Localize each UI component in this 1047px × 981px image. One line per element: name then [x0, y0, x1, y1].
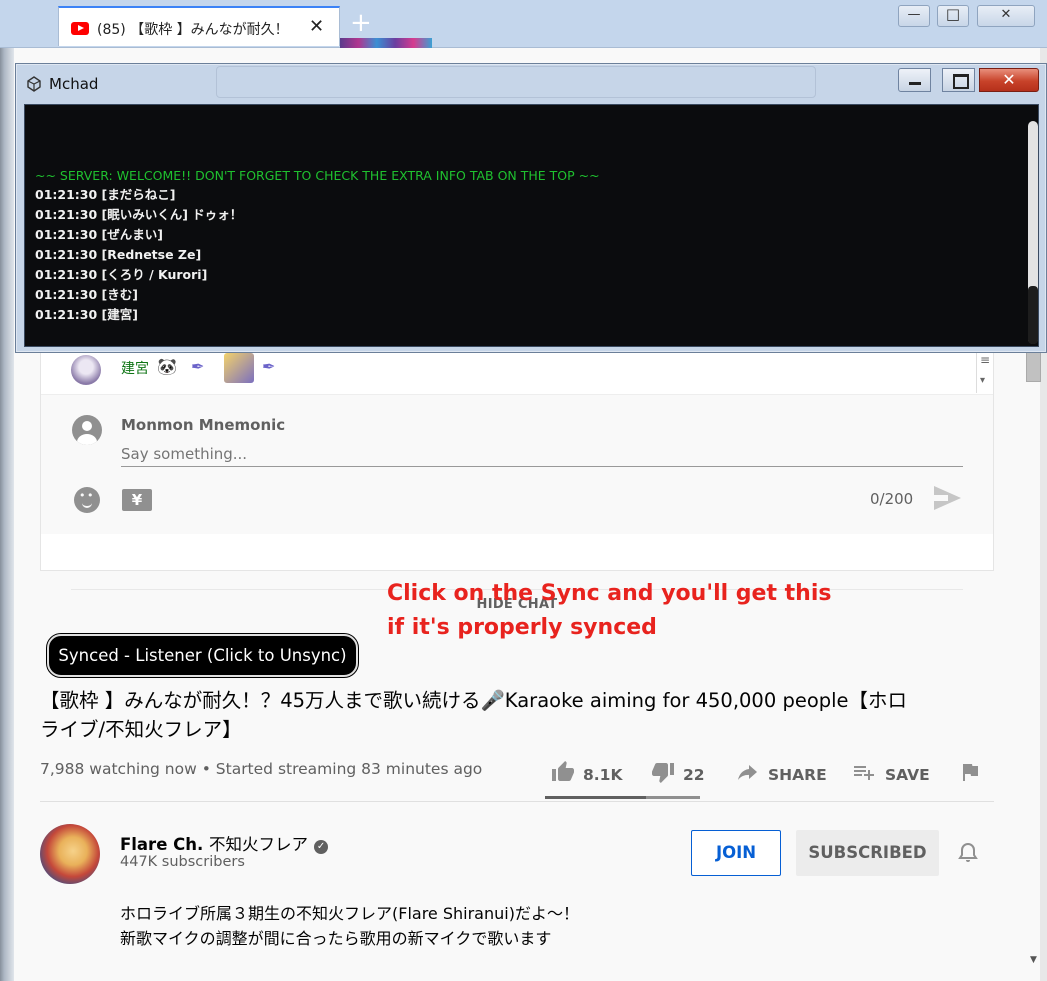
mchad-titlebar[interactable]: Mchad ✕ [16, 64, 1046, 104]
user-name: Monmon Mnemonic [121, 416, 286, 434]
video-meta: 7,988 watching now • Started streaming 8… [40, 760, 483, 778]
mchad-log: ~~ SERVER: WELCOME!! DON'T FORGET TO CHE… [35, 166, 600, 325]
chat-input[interactable] [121, 441, 963, 467]
close-icon[interactable]: ✕ [309, 16, 324, 37]
share-button[interactable]: SHARE [734, 760, 827, 788]
browser-tab[interactable]: (85) 【歌枠 】みんなが耐久！ ✕ [58, 6, 340, 46]
mchad-title: Mchad [49, 75, 99, 93]
browser-maximize-button[interactable] [937, 5, 969, 27]
emote-icon [224, 353, 254, 383]
mchad-window: Mchad ✕ ~~ SERVER: WELCOME!! DON'T FORGE… [15, 63, 1047, 353]
browser-tabstrip: (85) 【歌枠 】みんなが耐久！ ✕ + [0, 0, 1047, 48]
log-line: 01:21:30 [眠いみいくん] ドゥォ！ [35, 207, 243, 222]
emote-icon: ✒ [262, 357, 276, 376]
background-window-edge [0, 48, 14, 981]
log-line: 01:21:30 [ぜんまい] [35, 227, 163, 242]
log-line: 01:21:30 [Rednetse Ze] [35, 247, 202, 262]
scroll-down-icon[interactable]: ▼ [1030, 955, 1037, 965]
share-label: SHARE [768, 766, 827, 784]
video-description: ホロライブ所属３期生の不知火フレア(Flare Shiranui)だよ～！ 新歌… [120, 901, 579, 951]
channel-name-text: Flare Ch. [120, 835, 204, 854]
browser-minimize-button[interactable] [898, 5, 930, 27]
subscribed-button[interactable]: SUBSCRIBED [796, 830, 939, 876]
video-title: 【歌枠 】みんなが耐久！？45万人まで歌い続ける🎤Karaoke aiming … [40, 686, 1000, 744]
log-line: 01:21:30 [まだらねこ] [35, 187, 176, 202]
channel-name-jp: 不知火フレア [209, 835, 309, 854]
tab-title: (85) 【歌枠 】みんなが耐久！ [97, 22, 289, 38]
annotation-text: Click on the Sync and you'll get this if… [387, 577, 831, 645]
verified-icon: ✓ [314, 840, 329, 854]
mchad-scrollbar[interactable] [1028, 121, 1038, 344]
like-ratio-fill [545, 796, 646, 799]
annotation-line: if it's properly synced [387, 615, 657, 640]
plus-icon[interactable]: + [350, 10, 372, 36]
like-ratio-bar [545, 796, 700, 799]
video-title-line: ライブ/不知火フレア】 [40, 718, 242, 741]
mchad-scrollbar-thumb[interactable] [1028, 286, 1038, 344]
chat-scrollbar[interactable] [976, 353, 992, 393]
chat-author-name[interactable]: 建宮 [121, 358, 149, 378]
server-message: ~~ SERVER: WELCOME!! DON'T FORGET TO CHE… [35, 168, 600, 183]
mchad-minimize-button[interactable] [898, 68, 931, 92]
thumbs-up-icon [551, 760, 575, 790]
ghost-address-bar [216, 66, 816, 98]
thumbs-down-icon [651, 760, 675, 790]
log-line: 01:21:30 [建宮] [35, 307, 138, 322]
flag-icon [958, 760, 982, 790]
playlist-add-icon [851, 760, 877, 790]
annotation-line: Click on the Sync and you'll get this [387, 581, 832, 606]
description-line: 新歌マイクの調整が間に合ったら歌用の新マイクで歌います [120, 929, 552, 948]
money-icon[interactable]: ¥ [122, 489, 152, 511]
live-chat-panel: 建宮 🐼 ✒ ✒ Monmon Mnemonic ¥ 0/200 HIDE CH… [40, 340, 994, 612]
tab-color-strip [340, 38, 432, 48]
divider [40, 801, 994, 802]
mchad-maximize-button[interactable] [942, 68, 975, 92]
ghost-browser-toolbar [101, 64, 901, 104]
report-button[interactable] [958, 760, 990, 788]
mchad-close-button[interactable]: ✕ [979, 68, 1039, 92]
dislike-button[interactable]: 22 [651, 760, 705, 788]
subscriber-count: 447K subscribers [120, 854, 245, 870]
mchad-subtitle-area: ~~ SERVER: WELCOME!! DON'T FORGET TO CHE… [24, 104, 1039, 347]
emote-icon: ✒ [191, 357, 205, 376]
like-count: 8.1K [583, 766, 623, 784]
browser-close-button[interactable] [977, 5, 1035, 27]
emote-icon: 🐼 [157, 357, 177, 376]
like-button[interactable]: 8.1K [551, 760, 622, 788]
avatar[interactable] [71, 355, 101, 385]
sync-button[interactable]: Synced - Listener (Click to Unsync) [46, 633, 359, 678]
log-line: 01:21:30 [きむ] [35, 287, 138, 302]
save-button[interactable]: SAVE [851, 760, 930, 788]
description-line: ホロライブ所属３期生の不知火フレア(Flare Shiranui)だよ～！ [120, 904, 579, 923]
chat-composer: Monmon Mnemonic ¥ 0/200 HIDE CHAT [41, 394, 993, 612]
send-icon[interactable] [934, 486, 961, 510]
save-label: SAVE [885, 766, 930, 784]
channel-avatar[interactable] [40, 824, 100, 884]
log-line: 01:21:30 [くろり / Kurori] [35, 267, 208, 282]
page-scrollbar-thumb[interactable] [1026, 352, 1041, 382]
channel-name[interactable]: Flare Ch. 不知火フレア ✓ [120, 831, 329, 855]
avatar-icon [72, 415, 102, 445]
emoji-icon[interactable] [74, 487, 100, 513]
dislike-count: 22 [683, 766, 705, 784]
join-button[interactable]: JOIN [691, 830, 781, 876]
share-icon [734, 760, 760, 790]
mchad-logo-icon [27, 76, 41, 92]
video-title-line: 【歌枠 】みんなが耐久！？45万人まで歌い続ける🎤Karaoke aiming … [40, 689, 908, 712]
char-count: 0/200 [870, 490, 914, 508]
youtube-icon [71, 22, 89, 35]
bell-icon[interactable] [956, 840, 980, 866]
